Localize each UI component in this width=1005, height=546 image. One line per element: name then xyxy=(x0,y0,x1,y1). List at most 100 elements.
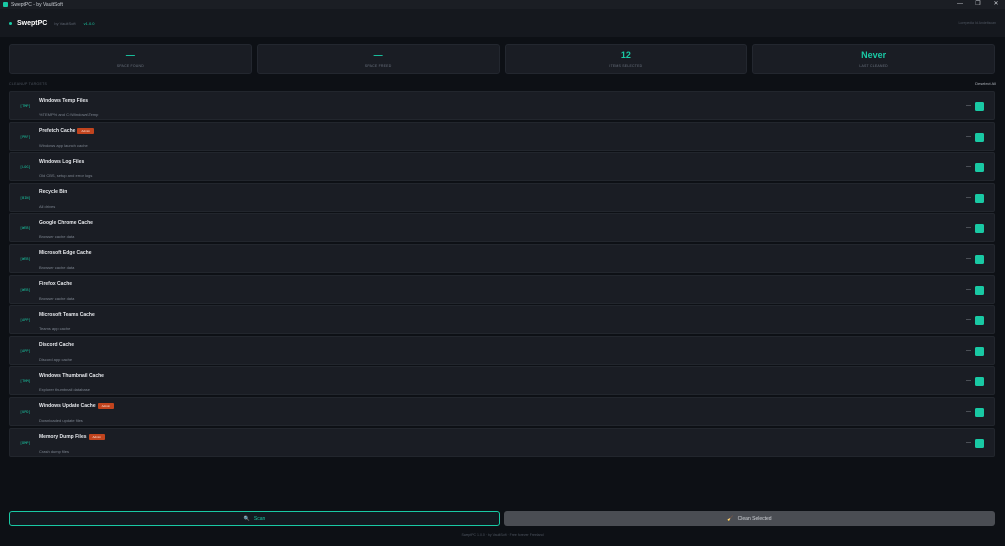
deselect-all-button[interactable]: Deselect All xyxy=(975,81,996,86)
version-badge: v1.0.0 xyxy=(83,20,95,26)
brand-dot-icon xyxy=(9,21,12,25)
broom-icon: 🧹 xyxy=(727,515,734,522)
item-size: — xyxy=(966,164,971,171)
item-size: — xyxy=(966,255,971,262)
item-tag: [UPD] xyxy=(20,409,31,414)
item-size: — xyxy=(966,408,971,415)
item-checkbox[interactable] xyxy=(975,193,984,203)
item-tag: [WEB] xyxy=(20,256,31,261)
item-checkbox[interactable] xyxy=(975,254,984,264)
item-name: Recycle Bin xyxy=(39,189,68,196)
item-title-wrap: Memory Dump Files Admin xyxy=(39,434,106,441)
item-size: — xyxy=(966,347,971,354)
window-title: SweptPC - by VaultSoft xyxy=(11,1,63,8)
item-description: Browser cache data xyxy=(39,295,75,301)
cleanup-list: [TMP] Windows Temp Files %TEMP% and C:\W… xyxy=(9,91,995,458)
item-checkbox[interactable] xyxy=(975,163,984,173)
item-description: All drives xyxy=(39,203,56,209)
scan-button-label: Scan xyxy=(253,515,266,522)
item-tag: [THM] xyxy=(20,379,31,384)
section-label: CLEANUP TARGETS xyxy=(9,82,48,86)
item-name: Windows Temp Files xyxy=(39,97,89,104)
item-name: Memory Dump Files xyxy=(39,434,87,441)
window-controls: — ❐ ✕ xyxy=(951,0,1005,9)
title-bar: SweptPC - by VaultSoft — ❐ ✕ xyxy=(0,0,1005,9)
item-title-wrap: Recycle Bin xyxy=(39,189,67,196)
item-description: Browser cache data xyxy=(39,234,75,240)
minimize-button[interactable]: — xyxy=(951,0,969,9)
close-button[interactable]: ✕ xyxy=(987,0,1005,9)
stat-items-selected: 12 ITEMS SELECTED xyxy=(504,44,748,74)
item-checkbox[interactable] xyxy=(975,316,984,326)
cleanup-item[interactable]: [THM] Windows Thumbnail Cache Explorer t… xyxy=(9,366,995,396)
item-title-wrap: Microsoft Edge Cache xyxy=(39,250,92,257)
item-size: — xyxy=(966,439,971,446)
item-tag: [WEB] xyxy=(20,226,31,231)
cleanup-item[interactable]: [WEB] Google Chrome Cache Browser cache … xyxy=(9,213,995,243)
footer-text: SweptPC 1.0.0 · by VaultSoft · Free fore… xyxy=(461,533,544,537)
item-checkbox[interactable] xyxy=(975,132,984,142)
item-title-wrap: Windows Temp Files xyxy=(39,97,88,104)
stat-label: ITEMS SELECTED xyxy=(609,64,643,68)
item-checkbox[interactable] xyxy=(975,407,984,417)
item-checkbox[interactable] xyxy=(975,377,984,387)
stat-label: SPACE FREED xyxy=(364,64,392,68)
item-name: Windows Update Cache xyxy=(39,403,96,410)
stat-value: Never xyxy=(861,50,887,60)
item-checkbox[interactable] xyxy=(975,224,984,234)
item-tag: [APP] xyxy=(20,348,31,353)
item-name: Firefox Cache xyxy=(39,281,73,288)
item-title-wrap: Windows Log Files xyxy=(39,158,84,165)
stat-value: — xyxy=(373,50,383,60)
item-title-wrap: Discord Cache xyxy=(39,342,74,349)
item-description: Explorer thumbnail database xyxy=(39,387,90,393)
item-tag: [BIN] xyxy=(20,195,31,200)
cleanup-item[interactable]: [LOG] Windows Log Files Old CBS, setup a… xyxy=(9,152,995,182)
item-description: %TEMP% and C:\Windows\Temp xyxy=(39,112,99,117)
item-checkbox[interactable] xyxy=(975,438,984,448)
item-tag: [LOG] xyxy=(20,165,31,170)
item-title-wrap: Windows Update Cache Admin xyxy=(39,403,115,410)
item-name: Microsoft Edge Cache xyxy=(39,250,92,257)
item-title-wrap: Firefox Cache xyxy=(39,281,72,288)
scan-button[interactable]: 🔍 Scan xyxy=(9,511,500,526)
item-size: — xyxy=(966,103,971,109)
item-name: Windows Log Files xyxy=(39,158,85,165)
item-title-wrap: Microsoft Teams Cache xyxy=(39,311,95,318)
item-name: Prefetch Cache xyxy=(39,128,76,135)
stat-label: LAST CLEANED xyxy=(859,64,888,68)
cleanup-item[interactable]: [TMP] Windows Temp Files %TEMP% and C:\W… xyxy=(9,91,995,120)
item-size: — xyxy=(966,378,971,385)
cleanup-item[interactable]: [WEB] Microsoft Edge Cache Browser cache… xyxy=(9,243,995,273)
item-title-wrap: Prefetch Cache Admin xyxy=(39,128,94,135)
item-description: Windows app launch cache xyxy=(39,142,88,148)
item-checkbox[interactable] xyxy=(975,346,984,356)
cleanup-item[interactable]: [WEB] Firefox Cache Browser cache data — xyxy=(9,274,995,304)
item-description: Downloaded update files xyxy=(39,417,83,423)
cleanup-item[interactable]: [DMP] Memory Dump Files Admin Crash dump… xyxy=(9,427,995,457)
cleanup-item[interactable]: [PRF] Prefetch Cache Admin Windows app l… xyxy=(9,121,995,151)
app-header: SweptPC by VaultSoft v1.0.0 Lorepedia Id… xyxy=(0,9,1005,37)
item-size: — xyxy=(966,225,971,232)
cleanup-item[interactable]: [APP] Microsoft Teams Cache Teams app ca… xyxy=(9,305,995,335)
brand-title: SweptPC xyxy=(17,19,48,27)
cleanup-item[interactable]: [BIN] Recycle Bin All drives — xyxy=(9,182,995,212)
admin-badge: Admin xyxy=(77,128,94,135)
item-name: Microsoft Teams Cache xyxy=(39,311,95,318)
maximize-button[interactable]: ❐ xyxy=(969,0,987,9)
stat-last-cleaned: Never LAST CLEANED xyxy=(752,44,995,74)
cleanup-item[interactable]: [UPD] Windows Update Cache Admin Downloa… xyxy=(9,396,995,426)
item-description: Teams app cache xyxy=(39,326,71,332)
admin-badge: Admin xyxy=(88,434,106,441)
cleanup-item[interactable]: [APP] Discord Cache Discord app cache — xyxy=(9,335,995,365)
item-description: Browser cache data xyxy=(39,264,75,270)
stat-space-freed: — SPACE FREED xyxy=(256,44,500,74)
stat-space-found: — SPACE FOUND xyxy=(9,44,252,74)
brand-byline: by VaultSoft xyxy=(54,20,76,26)
item-description: Old CBS, setup and error logs xyxy=(39,173,93,179)
item-name: Google Chrome Cache xyxy=(39,219,93,226)
clean-selected-button[interactable]: 🧹 Clean Selected xyxy=(504,511,995,526)
item-checkbox[interactable] xyxy=(975,285,984,295)
stat-value: 12 xyxy=(620,50,631,60)
item-checkbox[interactable] xyxy=(975,102,984,111)
